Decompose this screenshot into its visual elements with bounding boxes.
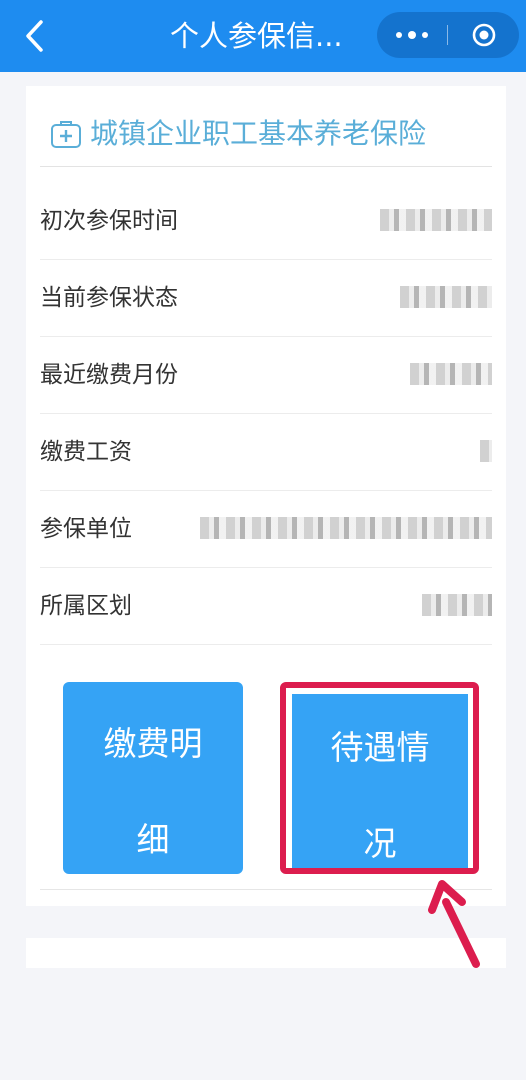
top-navigation-bar: 个人参保信... bbox=[0, 0, 526, 72]
row-label: 当前参保状态 bbox=[40, 285, 178, 311]
row-label: 缴费工资 bbox=[40, 439, 132, 465]
back-button[interactable] bbox=[16, 14, 52, 58]
info-row-region: 所属区划 bbox=[40, 568, 492, 645]
target-circle-icon[interactable] bbox=[472, 23, 496, 47]
redacted-value bbox=[200, 517, 492, 539]
medical-kit-icon bbox=[51, 121, 81, 148]
info-row-employer: 参保单位 bbox=[40, 491, 492, 568]
redacted-value bbox=[422, 594, 492, 616]
redacted-value bbox=[410, 363, 492, 385]
redacted-value bbox=[480, 440, 492, 462]
chevron-left-icon bbox=[26, 20, 43, 52]
more-button[interactable] bbox=[377, 12, 447, 58]
capsule-divider bbox=[447, 25, 448, 45]
info-row-current-status: 当前参保状态 bbox=[40, 260, 492, 337]
insurance-type-title: 城镇企业职工基本养老保险 bbox=[90, 117, 427, 150]
redacted-value bbox=[380, 209, 492, 231]
row-label: 最近缴费月份 bbox=[40, 362, 178, 388]
row-label: 初次参保时间 bbox=[40, 208, 178, 234]
pointer-arrow-icon bbox=[428, 880, 480, 968]
more-dots-icon bbox=[396, 32, 402, 38]
page-title: 个人参保信... bbox=[170, 19, 343, 53]
row-label: 参保单位 bbox=[40, 516, 132, 542]
miniapp-capsule bbox=[377, 12, 519, 58]
benefit-status-button[interactable]: 待遇情况 bbox=[292, 694, 468, 868]
info-row-first-enroll-time: 初次参保时间 bbox=[40, 183, 492, 260]
row-label: 所属区划 bbox=[40, 593, 132, 619]
redacted-value bbox=[400, 286, 492, 308]
pension-insurance-card: 城镇企业职工基本养老保险 初次参保时间 当前参保状态 最近缴费月份 缴费工资 参… bbox=[26, 86, 506, 906]
payment-detail-button[interactable]: 缴费明细 bbox=[63, 682, 243, 874]
info-row-payment-wage: 缴费工资 bbox=[40, 414, 492, 491]
page-background bbox=[0, 968, 526, 1080]
info-row-latest-payment-month: 最近缴费月份 bbox=[40, 337, 492, 414]
card-header: 城镇企业职工基本养老保险 bbox=[40, 86, 492, 167]
highlight-box: 待遇情况 bbox=[280, 682, 479, 874]
